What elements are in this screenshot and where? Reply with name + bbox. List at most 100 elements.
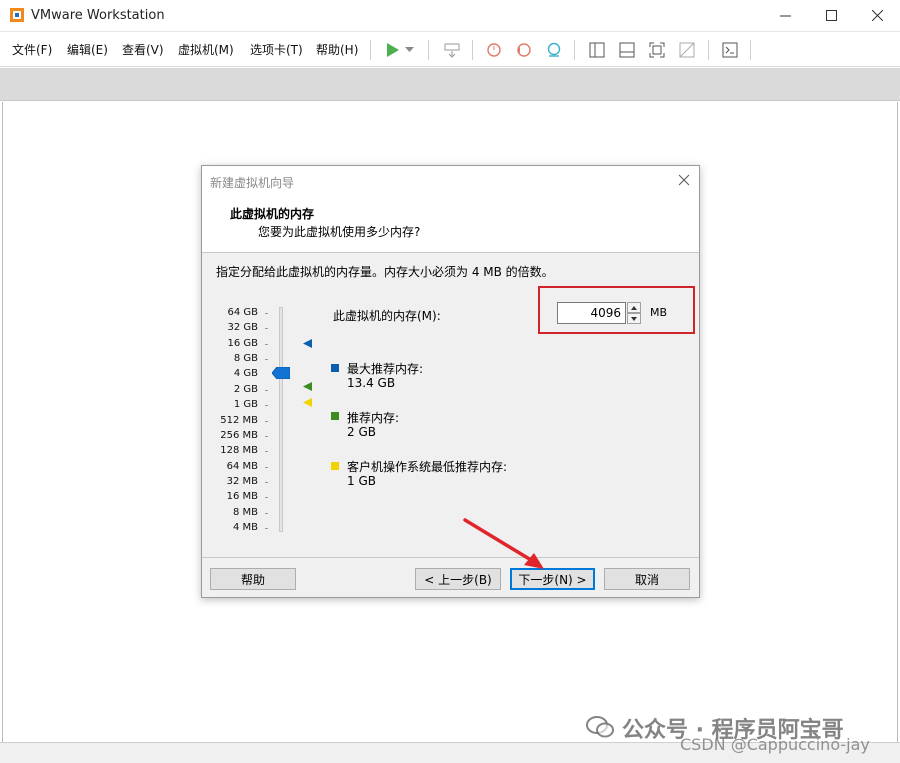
snapshot-manager-icon	[547, 42, 561, 57]
memory-spin-up[interactable]	[627, 302, 641, 313]
scale-label: 512 MB	[220, 415, 258, 426]
min-recommended-marker-icon	[303, 398, 312, 407]
window-title: VMware Workstation	[31, 8, 165, 23]
tab-strip	[0, 68, 900, 101]
minimize-icon	[779, 15, 791, 17]
chevron-down-icon	[404, 47, 414, 52]
scale-label: 32 GB	[227, 322, 258, 333]
scale-label: 128 MB	[220, 445, 258, 456]
scale-tick	[265, 405, 268, 406]
scale-label: 1 GB	[233, 399, 258, 410]
scale-tick	[265, 467, 268, 468]
scale-label: 8 MB	[232, 507, 258, 518]
toolbar-separator	[370, 40, 371, 60]
scale-tick	[265, 344, 268, 345]
scale-label: 32 MB	[226, 476, 258, 487]
dialog-header: 此虚拟机的内存 您要为此虚拟机使用多少内存?	[202, 196, 699, 253]
minimize-button[interactable]	[762, 0, 808, 31]
legend-max-title: 最大推荐内存:	[347, 362, 424, 376]
toolbar-separator	[708, 40, 709, 60]
scale-tick	[265, 513, 268, 514]
footer-divider	[202, 557, 699, 558]
scale-label: 64 GB	[227, 307, 258, 318]
menu-edit[interactable]: 编辑(E)	[67, 41, 108, 58]
scale-label: 16 MB	[226, 491, 258, 502]
page-subtitle: 您要为此虚拟机使用多少内存?	[258, 225, 421, 239]
scale-tick	[265, 328, 268, 329]
power-on-button[interactable]	[380, 38, 404, 62]
legend-min-title: 客户机操作系统最低推荐内存:	[347, 460, 508, 474]
scale-tick	[265, 436, 268, 437]
show-thumbnail-button[interactable]	[615, 38, 639, 62]
legend-swatch-min	[331, 462, 339, 470]
cancel-button[interactable]: 取消	[604, 568, 690, 590]
memory-slider-track[interactable]	[279, 307, 283, 532]
scale-tick	[265, 482, 268, 483]
memory-input[interactable]	[557, 302, 626, 324]
menu-tabs[interactable]: 选项卡(T)	[250, 41, 303, 58]
menu-help[interactable]: 帮助(H)	[316, 41, 358, 58]
scale-tick	[265, 528, 268, 529]
scale-tick	[265, 497, 268, 498]
chevron-up-icon	[631, 305, 637, 310]
instruction-text: 指定分配给此虚拟机的内存量。内存大小必须为 4 MB 的倍数。	[216, 265, 554, 279]
help-button[interactable]: 帮助	[210, 568, 296, 590]
legend-recommended-title: 推荐内存:	[347, 411, 400, 425]
scale-label: 256 MB	[220, 430, 258, 441]
fullscreen-icon	[649, 42, 665, 58]
terminal-icon	[722, 42, 738, 58]
bottom-panel-layout-icon	[619, 42, 635, 58]
toolbar-separator	[574, 40, 575, 60]
vmware-logo-icon	[10, 8, 24, 22]
recommended-marker-icon	[303, 382, 312, 391]
menu-view[interactable]: 查看(V)	[122, 41, 164, 58]
chevron-down-icon	[631, 316, 637, 321]
scale-tick	[265, 451, 268, 452]
revert-snapshot-button[interactable]	[512, 38, 536, 62]
power-dropdown-button[interactable]	[402, 38, 416, 62]
scale-tick	[265, 359, 268, 360]
send-keys-button[interactable]	[440, 38, 464, 62]
page-title: 此虚拟机的内存	[230, 207, 315, 221]
dialog-close-icon[interactable]	[677, 173, 691, 187]
full-screen-button[interactable]	[645, 38, 669, 62]
play-icon	[387, 43, 399, 57]
close-button[interactable]	[854, 0, 900, 31]
dialog-title: 新建虚拟机向导	[210, 176, 295, 190]
unity-button[interactable]	[675, 38, 699, 62]
menu-file[interactable]: 文件(F)	[12, 41, 52, 58]
revert-icon	[517, 43, 531, 57]
toolbar-separator	[428, 40, 429, 60]
close-icon	[871, 10, 883, 21]
memory-label: 此虚拟机的内存(M):	[333, 309, 441, 323]
legend-swatch-recommended	[331, 412, 339, 420]
unity-disabled-icon	[679, 42, 695, 58]
toolbar-separator	[750, 40, 751, 60]
keyboard-send-icon	[444, 43, 460, 58]
scale-label: 64 MB	[226, 461, 258, 472]
maximize-icon	[825, 10, 837, 21]
snapshot-icon	[487, 43, 501, 57]
memory-slider-thumb[interactable]	[272, 367, 290, 379]
annotation-arrow-icon	[463, 518, 544, 569]
snapshot-button[interactable]	[482, 38, 506, 62]
sidebar-layout-icon	[589, 42, 605, 58]
memory-spin-down[interactable]	[627, 313, 641, 324]
snapshot-manager-button[interactable]	[542, 38, 566, 62]
menu-bar: 文件(F) 编辑(E) 查看(V) 虚拟机(M) 选项卡(T) 帮助(H)	[0, 32, 900, 67]
show-library-button[interactable]	[585, 38, 609, 62]
scale-tick	[265, 421, 268, 422]
legend-max-value: 13.4 GB	[347, 376, 396, 390]
legend-min-value: 1 GB	[347, 474, 376, 488]
scale-label: 16 GB	[227, 338, 258, 349]
dialog-title-bar: 新建虚拟机向导	[202, 166, 699, 196]
csdn-watermark: CSDN @Cappuccino-jay	[680, 735, 870, 754]
max-recommended-marker-icon	[303, 339, 312, 348]
legend-recommended-value: 2 GB	[347, 425, 376, 439]
scale-tick	[265, 313, 268, 314]
menu-vm[interactable]: 虚拟机(M)	[178, 41, 234, 58]
maximize-button[interactable]	[808, 0, 854, 31]
scale-label: 2 GB	[233, 384, 258, 395]
scale-tick	[265, 390, 268, 391]
console-view-button[interactable]	[718, 38, 742, 62]
